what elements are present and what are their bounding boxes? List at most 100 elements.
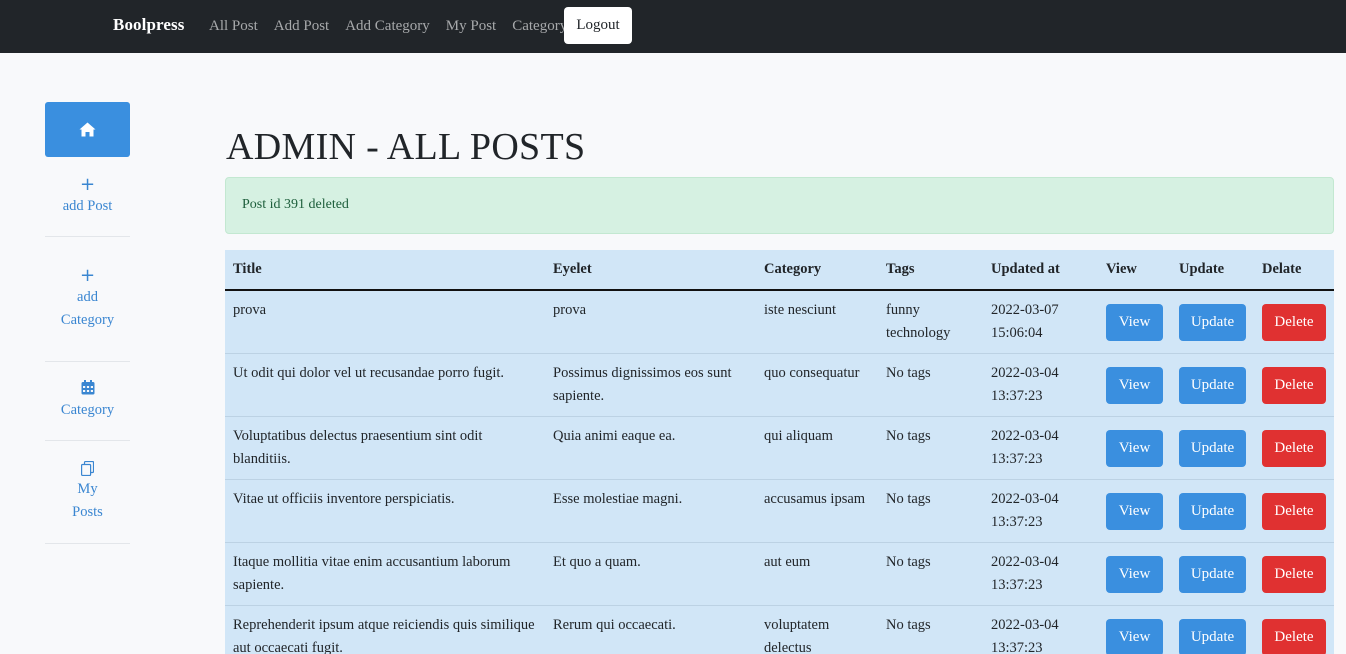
tag: funny xyxy=(886,302,920,318)
cell-tags: funny technology xyxy=(878,290,983,354)
view-button[interactable]: View xyxy=(1106,366,1163,404)
nav-link-add-post[interactable]: Add Post xyxy=(274,18,329,35)
page-title: ADMIN - ALL POSTS xyxy=(226,126,586,168)
cell-updated-at: 2022-03-04 13:37:23 xyxy=(983,416,1098,480)
sidebar-item-label-line1: add xyxy=(77,289,98,305)
tag: No tags xyxy=(886,554,931,570)
cell-tags: No tags xyxy=(878,416,983,480)
header-delete: Delate xyxy=(1254,250,1334,291)
cell-category: qui aliquam xyxy=(756,416,878,480)
success-alert: Post id 391 deleted xyxy=(225,177,1334,234)
update-button[interactable]: Update xyxy=(1179,366,1246,404)
nav-links: All Post Add Post Add Category My Post C… xyxy=(209,0,583,53)
delete-button[interactable]: Delete xyxy=(1262,618,1326,654)
updated-time: 13:37:23 xyxy=(991,388,1043,404)
header-title: Title xyxy=(225,250,545,291)
view-button[interactable]: View xyxy=(1106,618,1163,654)
sidebar-item-my-posts[interactable]: My Posts xyxy=(45,441,130,544)
cell-delete: Delete xyxy=(1254,542,1334,606)
cell-updated-at: 2022-03-04 13:37:23 xyxy=(983,605,1098,654)
updated-time: 15:06:04 xyxy=(991,325,1043,341)
view-button[interactable]: View xyxy=(1106,429,1163,467)
cell-title: Itaque mollitia vitae enim accusantium l… xyxy=(225,542,545,606)
table-row: Vitae ut officiis inventore perspiciatis… xyxy=(225,479,1334,543)
cell-category: accusamus ipsam xyxy=(756,479,878,543)
plus-icon: + xyxy=(79,265,96,286)
sidebar-item-category[interactable]: Category xyxy=(45,362,130,441)
cell-delete: Delete xyxy=(1254,479,1334,543)
table-row: Itaque mollitia vitae enim accusantium l… xyxy=(225,542,1334,606)
delete-button[interactable]: Delete xyxy=(1262,492,1326,530)
cell-eyelet: Quia animi eaque ea. xyxy=(545,416,756,480)
updated-time: 13:37:23 xyxy=(991,451,1043,467)
cell-tags: No tags xyxy=(878,353,983,417)
header-category: Category xyxy=(756,250,878,291)
sidebar-item-label: Category xyxy=(60,402,115,418)
cell-update: Update xyxy=(1171,479,1254,543)
cell-update: Update xyxy=(1171,605,1254,654)
logout-button[interactable]: Logout xyxy=(564,7,632,44)
cell-delete: Delete xyxy=(1254,353,1334,417)
updated-date: 2022-03-07 xyxy=(991,302,1059,318)
cell-title: Voluptatibus delectus praesentium sint o… xyxy=(225,416,545,480)
sidebar-item-add-post[interactable]: + add Post xyxy=(45,157,130,237)
update-button[interactable]: Update xyxy=(1179,555,1246,593)
updated-time: 13:37:23 xyxy=(991,577,1043,593)
update-button[interactable]: Update xyxy=(1179,429,1246,467)
home-icon xyxy=(79,122,96,137)
updated-time: 13:37:23 xyxy=(991,514,1043,530)
cell-view: View xyxy=(1098,353,1171,417)
cell-delete: Delete xyxy=(1254,290,1334,354)
view-button[interactable]: View xyxy=(1106,303,1163,341)
update-button[interactable]: Update xyxy=(1179,303,1246,341)
sidebar-home-button[interactable] xyxy=(45,102,130,157)
delete-button[interactable]: Delete xyxy=(1262,303,1326,341)
cell-title: prova xyxy=(225,290,545,354)
top-navbar: Boolpress All Post Add Post Add Category… xyxy=(0,0,1346,53)
view-button[interactable]: View xyxy=(1106,492,1163,530)
cell-tags: No tags xyxy=(878,542,983,606)
nav-link-add-category[interactable]: Add Category xyxy=(345,18,430,35)
cell-tags: No tags xyxy=(878,479,983,543)
cell-updated-at: 2022-03-04 13:37:23 xyxy=(983,353,1098,417)
cell-update: Update xyxy=(1171,416,1254,480)
sidebar-item-label: add Post xyxy=(62,198,113,214)
sidebar-item-add-category[interactable]: + add Category xyxy=(45,237,130,362)
updated-date: 2022-03-04 xyxy=(991,554,1059,570)
update-button[interactable]: Update xyxy=(1179,618,1246,654)
delete-button[interactable]: Delete xyxy=(1262,429,1326,467)
updated-time: 13:37:23 xyxy=(991,640,1043,654)
updated-date: 2022-03-04 xyxy=(991,491,1059,507)
cell-title: Ut odit qui dolor vel ut recusandae porr… xyxy=(225,353,545,417)
updated-date: 2022-03-04 xyxy=(991,428,1059,444)
header-tags: Tags xyxy=(878,250,983,291)
table-row: prova prova iste nesciunt funny technolo… xyxy=(225,290,1334,354)
header-update: Update xyxy=(1171,250,1254,291)
cell-view: View xyxy=(1098,290,1171,354)
cell-view: View xyxy=(1098,416,1171,480)
brand-logo[interactable]: Boolpress xyxy=(113,15,184,35)
cell-view: View xyxy=(1098,605,1171,654)
cell-category: quo consequatur xyxy=(756,353,878,417)
delete-button[interactable]: Delete xyxy=(1262,555,1326,593)
cell-eyelet: prova xyxy=(545,290,756,354)
table-row: Reprehenderit ipsum atque reiciendis qui… xyxy=(225,605,1334,654)
update-button[interactable]: Update xyxy=(1179,492,1246,530)
tag: technology xyxy=(886,325,951,341)
cell-tags: No tags xyxy=(878,605,983,654)
header-view: View xyxy=(1098,250,1171,291)
cell-category: iste nesciunt xyxy=(756,290,878,354)
cell-eyelet: Rerum qui occaecati. xyxy=(545,605,756,654)
view-button[interactable]: View xyxy=(1106,555,1163,593)
nav-link-my-post[interactable]: My Post xyxy=(446,18,496,35)
cell-category: aut eum xyxy=(756,542,878,606)
cell-delete: Delete xyxy=(1254,605,1334,654)
header-eyelet: Eyelet xyxy=(545,250,756,291)
delete-button[interactable]: Delete xyxy=(1262,366,1326,404)
posts-table: Title Eyelet Category Tags Updated at Vi… xyxy=(225,250,1334,654)
cell-eyelet: Possimus dignissimos eos sunt sapiente. xyxy=(545,353,756,417)
nav-link-all-post[interactable]: All Post xyxy=(209,18,258,35)
cell-updated-at: 2022-03-07 15:06:04 xyxy=(983,290,1098,354)
tag: No tags xyxy=(886,617,931,633)
nav-link-category[interactable]: Category xyxy=(512,18,567,35)
